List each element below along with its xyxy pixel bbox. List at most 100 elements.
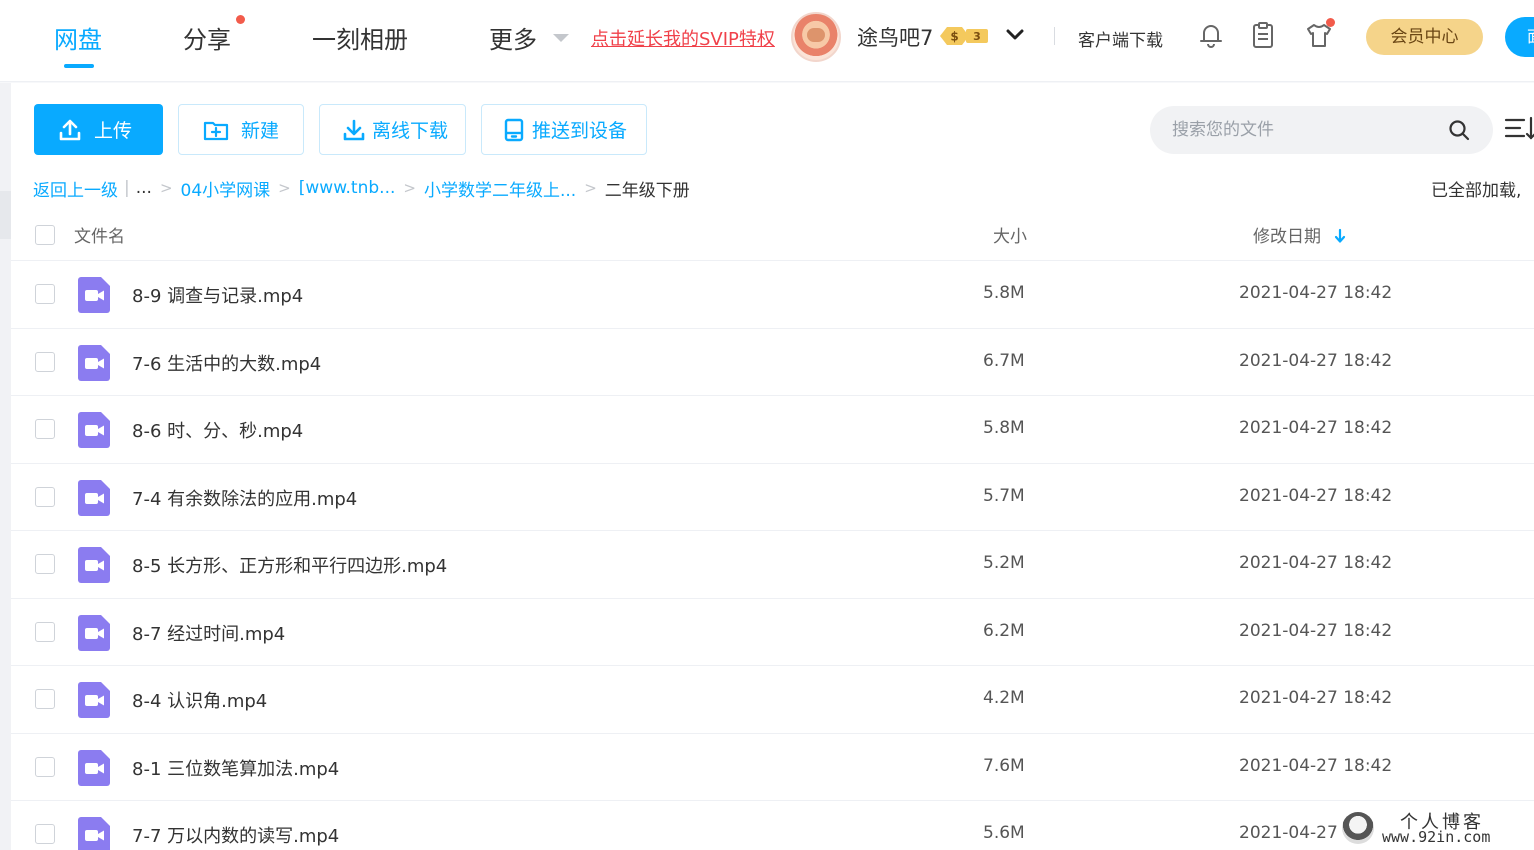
file-name[interactable]: 8-6 时、分、秒.mp4 bbox=[132, 417, 303, 443]
row-checkbox[interactable] bbox=[35, 284, 55, 304]
row-checkbox[interactable] bbox=[35, 351, 55, 372]
left-sidebar-active-mark bbox=[0, 191, 11, 239]
file-size: 6.7M bbox=[983, 350, 1025, 371]
file-row[interactable]: 8-7 经过时间.mp4 6.2M 2021-04-27 18:42 bbox=[11, 599, 1534, 666]
file-row[interactable]: 8-4 认识角.mp4 4.2M 2021-04-27 18:42 bbox=[11, 666, 1534, 734]
file-name[interactable]: 8-9 调查与记录.mp4 bbox=[132, 282, 303, 308]
caret-down-icon[interactable] bbox=[553, 34, 569, 42]
row-checkbox[interactable] bbox=[35, 824, 55, 844]
video-file-icon bbox=[78, 344, 110, 381]
left-sidebar-strip bbox=[0, 83, 11, 850]
file-list: 8-9 调查与记录.mp4 5.8M 2021-04-27 18:42 7-6 … bbox=[11, 261, 1534, 850]
video-file-icon bbox=[78, 682, 110, 718]
tab-more[interactable]: 更多 bbox=[489, 20, 537, 55]
file-row[interactable]: 8-5 长方形、正方形和平行四边形.mp4 5.2M 2021-04-27 18… bbox=[11, 531, 1534, 599]
top-navigation: 网盘 分享 一刻相册 更多 点击延长我的SVIP特权 途鸟吧7 $ 3 客户端下… bbox=[0, 0, 1534, 82]
column-header-modified[interactable]: 修改日期 bbox=[1253, 222, 1346, 247]
new-folder-button[interactable]: 新建 bbox=[178, 104, 304, 155]
file-size: 7.6M bbox=[983, 755, 1025, 776]
file-size: 5.6M bbox=[983, 823, 1025, 843]
file-row[interactable]: 8-6 时、分、秒.mp4 5.8M 2021-04-27 18:42 bbox=[11, 396, 1534, 464]
share-notification-dot bbox=[236, 15, 245, 24]
vip-level-number: 3 bbox=[973, 30, 981, 43]
file-modified-date: 2021-04-27 18:42 bbox=[1239, 755, 1393, 776]
search-input[interactable] bbox=[1172, 118, 1442, 142]
breadcrumb-item[interactable]: 04小学网课 bbox=[181, 176, 271, 201]
file-name[interactable]: 8-5 长方形、正方形和平行四边形.mp4 bbox=[132, 552, 447, 578]
row-checkbox[interactable] bbox=[35, 621, 55, 642]
push-to-device-label: 推送到设备 bbox=[532, 120, 628, 142]
offline-download-label: 离线下载 bbox=[372, 120, 449, 142]
svg-text:$: $ bbox=[950, 30, 958, 44]
file-modified-date: 2021-04-27 18:42 bbox=[1239, 688, 1393, 708]
breadcrumb-current: 二年级下册 bbox=[604, 180, 690, 201]
file-row[interactable]: 7-7 万以内数的读写.mp4 5.6M 2021-04-27 bbox=[11, 801, 1534, 850]
tab-moment-album[interactable]: 一刻相册 bbox=[312, 20, 408, 55]
video-file-icon bbox=[78, 412, 110, 448]
breadcrumb-separator-icon: > bbox=[584, 179, 597, 197]
push-to-device-button[interactable]: 推送到设备 bbox=[481, 104, 647, 155]
new-folder-icon bbox=[203, 121, 229, 140]
file-size: 5.7M bbox=[983, 485, 1025, 506]
search-box bbox=[1150, 106, 1493, 154]
clipboard-icon[interactable] bbox=[1248, 20, 1278, 50]
file-modified-date: 2021-04-27 18:42 bbox=[1239, 350, 1393, 371]
row-checkbox[interactable] bbox=[35, 689, 55, 709]
offline-download-button[interactable]: 离线下载 bbox=[319, 104, 466, 155]
file-row[interactable]: 7-6 生活中的大数.mp4 6.7M 2021-04-27 18:42 bbox=[11, 329, 1534, 396]
column-header-name[interactable]: 文件名 bbox=[74, 222, 125, 247]
file-row[interactable]: 8-1 三位数笔算加法.mp4 7.6M 2021-04-27 18:42 bbox=[11, 734, 1534, 801]
file-modified-date: 2021-04-27 18:42 bbox=[1239, 418, 1393, 438]
breadcrumb-item[interactable]: 小学数学二年级上... bbox=[424, 176, 576, 201]
upload-icon bbox=[59, 119, 81, 140]
watermark-avatar-icon bbox=[1342, 812, 1374, 844]
file-row[interactable]: 8-9 调查与记录.mp4 5.8M 2021-04-27 18:42 bbox=[11, 261, 1534, 329]
file-name[interactable]: 8-1 三位数笔算加法.mp4 bbox=[132, 755, 339, 781]
file-row[interactable]: 7-4 有余数除法的应用.mp4 5.7M 2021-04-27 18:42 bbox=[11, 464, 1534, 531]
svip-extend-link[interactable]: 点击延长我的SVIP特权 bbox=[591, 25, 775, 51]
sort-list-icon[interactable] bbox=[1504, 114, 1534, 144]
breadcrumb-separator-icon: > bbox=[278, 179, 291, 197]
file-name[interactable]: 8-4 认识角.mp4 bbox=[132, 687, 267, 713]
breadcrumb-divider: | bbox=[124, 178, 130, 198]
file-name[interactable]: 7-4 有余数除法的应用.mp4 bbox=[132, 485, 357, 511]
chevron-down-icon[interactable] bbox=[1004, 24, 1026, 46]
file-panel: 上传 新建 离线下载 推送到设备 搜索您的文件 返回上一级 | ... > 04… bbox=[11, 83, 1534, 850]
skin-notification-dot bbox=[1326, 18, 1335, 27]
video-file-icon bbox=[78, 749, 110, 786]
file-size: 4.2M bbox=[983, 688, 1025, 708]
breadcrumb-separator-icon: > bbox=[403, 179, 416, 197]
new-folder-label: 新建 bbox=[241, 120, 280, 142]
username[interactable]: 途鸟吧7 bbox=[857, 22, 933, 52]
file-size: 5.8M bbox=[983, 418, 1025, 438]
row-checkbox[interactable] bbox=[35, 486, 55, 507]
file-modified-date: 2021-04-27 18:42 bbox=[1239, 620, 1393, 641]
upload-button[interactable]: 上传 bbox=[34, 104, 163, 155]
file-name[interactable]: 7-7 万以内数的读写.mp4 bbox=[132, 822, 339, 848]
file-name[interactable]: 8-7 经过时间.mp4 bbox=[132, 620, 285, 646]
bell-icon[interactable] bbox=[1196, 20, 1226, 50]
tab-share[interactable]: 分享 bbox=[183, 20, 231, 55]
member-center-button[interactable]: 会员中心 bbox=[1366, 19, 1483, 55]
client-download-link[interactable]: 客户端下载 bbox=[1078, 26, 1163, 51]
row-checkbox[interactable] bbox=[35, 419, 55, 439]
search-icon[interactable] bbox=[1447, 118, 1471, 142]
row-checkbox[interactable] bbox=[35, 554, 55, 574]
video-file-icon bbox=[78, 479, 110, 516]
breadcrumb-item[interactable]: [www.tnb... bbox=[299, 178, 396, 198]
breadcrumb-ellipsis[interactable]: ... bbox=[136, 178, 152, 198]
row-checkbox[interactable] bbox=[35, 756, 55, 777]
file-name[interactable]: 7-6 生活中的大数.mp4 bbox=[132, 350, 321, 376]
column-header-size[interactable]: 大小 bbox=[993, 222, 1027, 247]
breadcrumb: 返回上一级 | ... > 04小学网课 > [www.tnb... > 小学数… bbox=[33, 176, 690, 201]
breadcrumb-back[interactable]: 返回上一级 bbox=[33, 176, 118, 201]
upload-label: 上传 bbox=[94, 120, 133, 142]
video-file-icon bbox=[78, 547, 110, 583]
tab-netdisk[interactable]: 网盘 bbox=[54, 20, 102, 55]
file-size: 5.2M bbox=[983, 553, 1025, 573]
avatar[interactable] bbox=[791, 12, 841, 62]
select-all-checkbox[interactable] bbox=[35, 225, 55, 245]
video-file-icon bbox=[78, 277, 110, 313]
vip-level-badge-icon: $ 3 bbox=[940, 27, 988, 45]
blue-action-button[interactable]: 面 bbox=[1505, 17, 1534, 57]
